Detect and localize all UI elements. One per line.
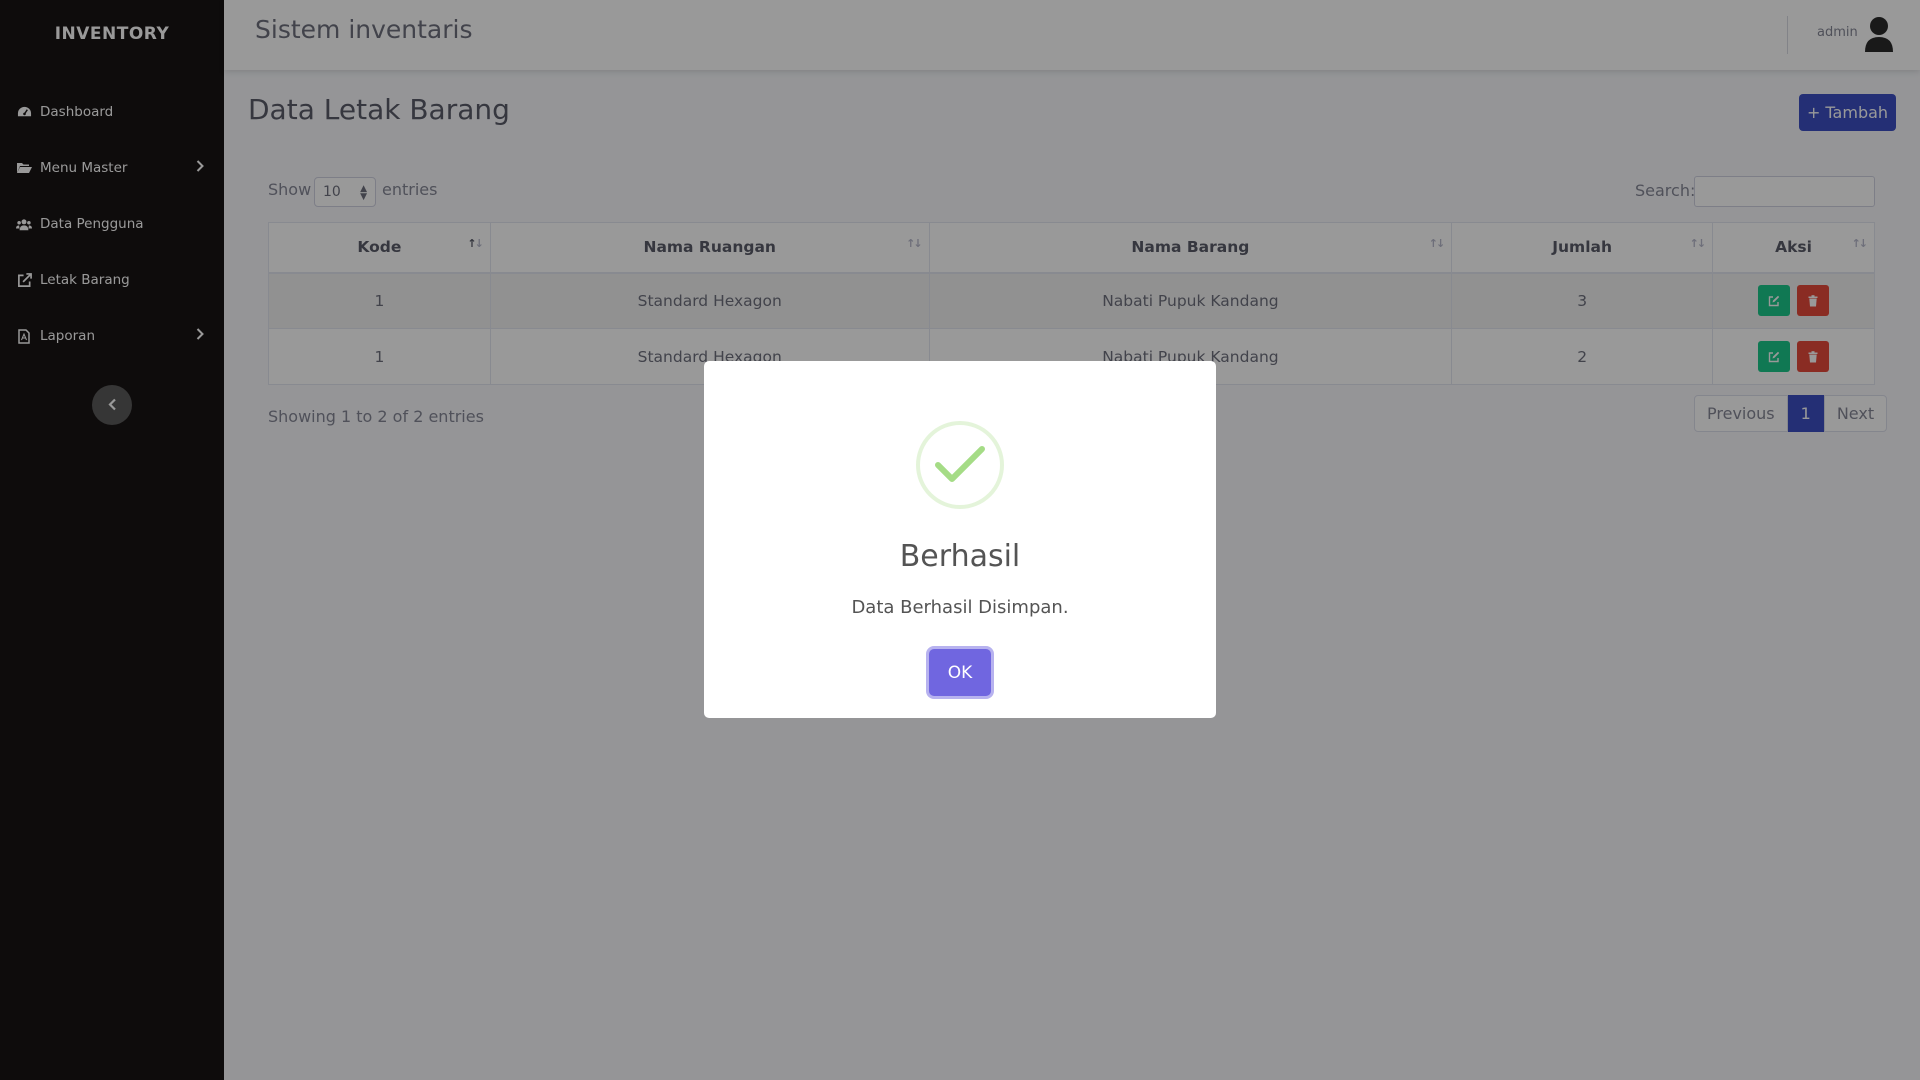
dialog-message: Data Berhasil Disimpan. bbox=[851, 597, 1069, 618]
ok-button[interactable]: OK bbox=[929, 649, 991, 696]
success-check-icon bbox=[916, 421, 1004, 509]
success-dialog: Berhasil Data Berhasil Disimpan. OK bbox=[704, 361, 1216, 718]
dialog-title: Berhasil bbox=[899, 539, 1021, 574]
